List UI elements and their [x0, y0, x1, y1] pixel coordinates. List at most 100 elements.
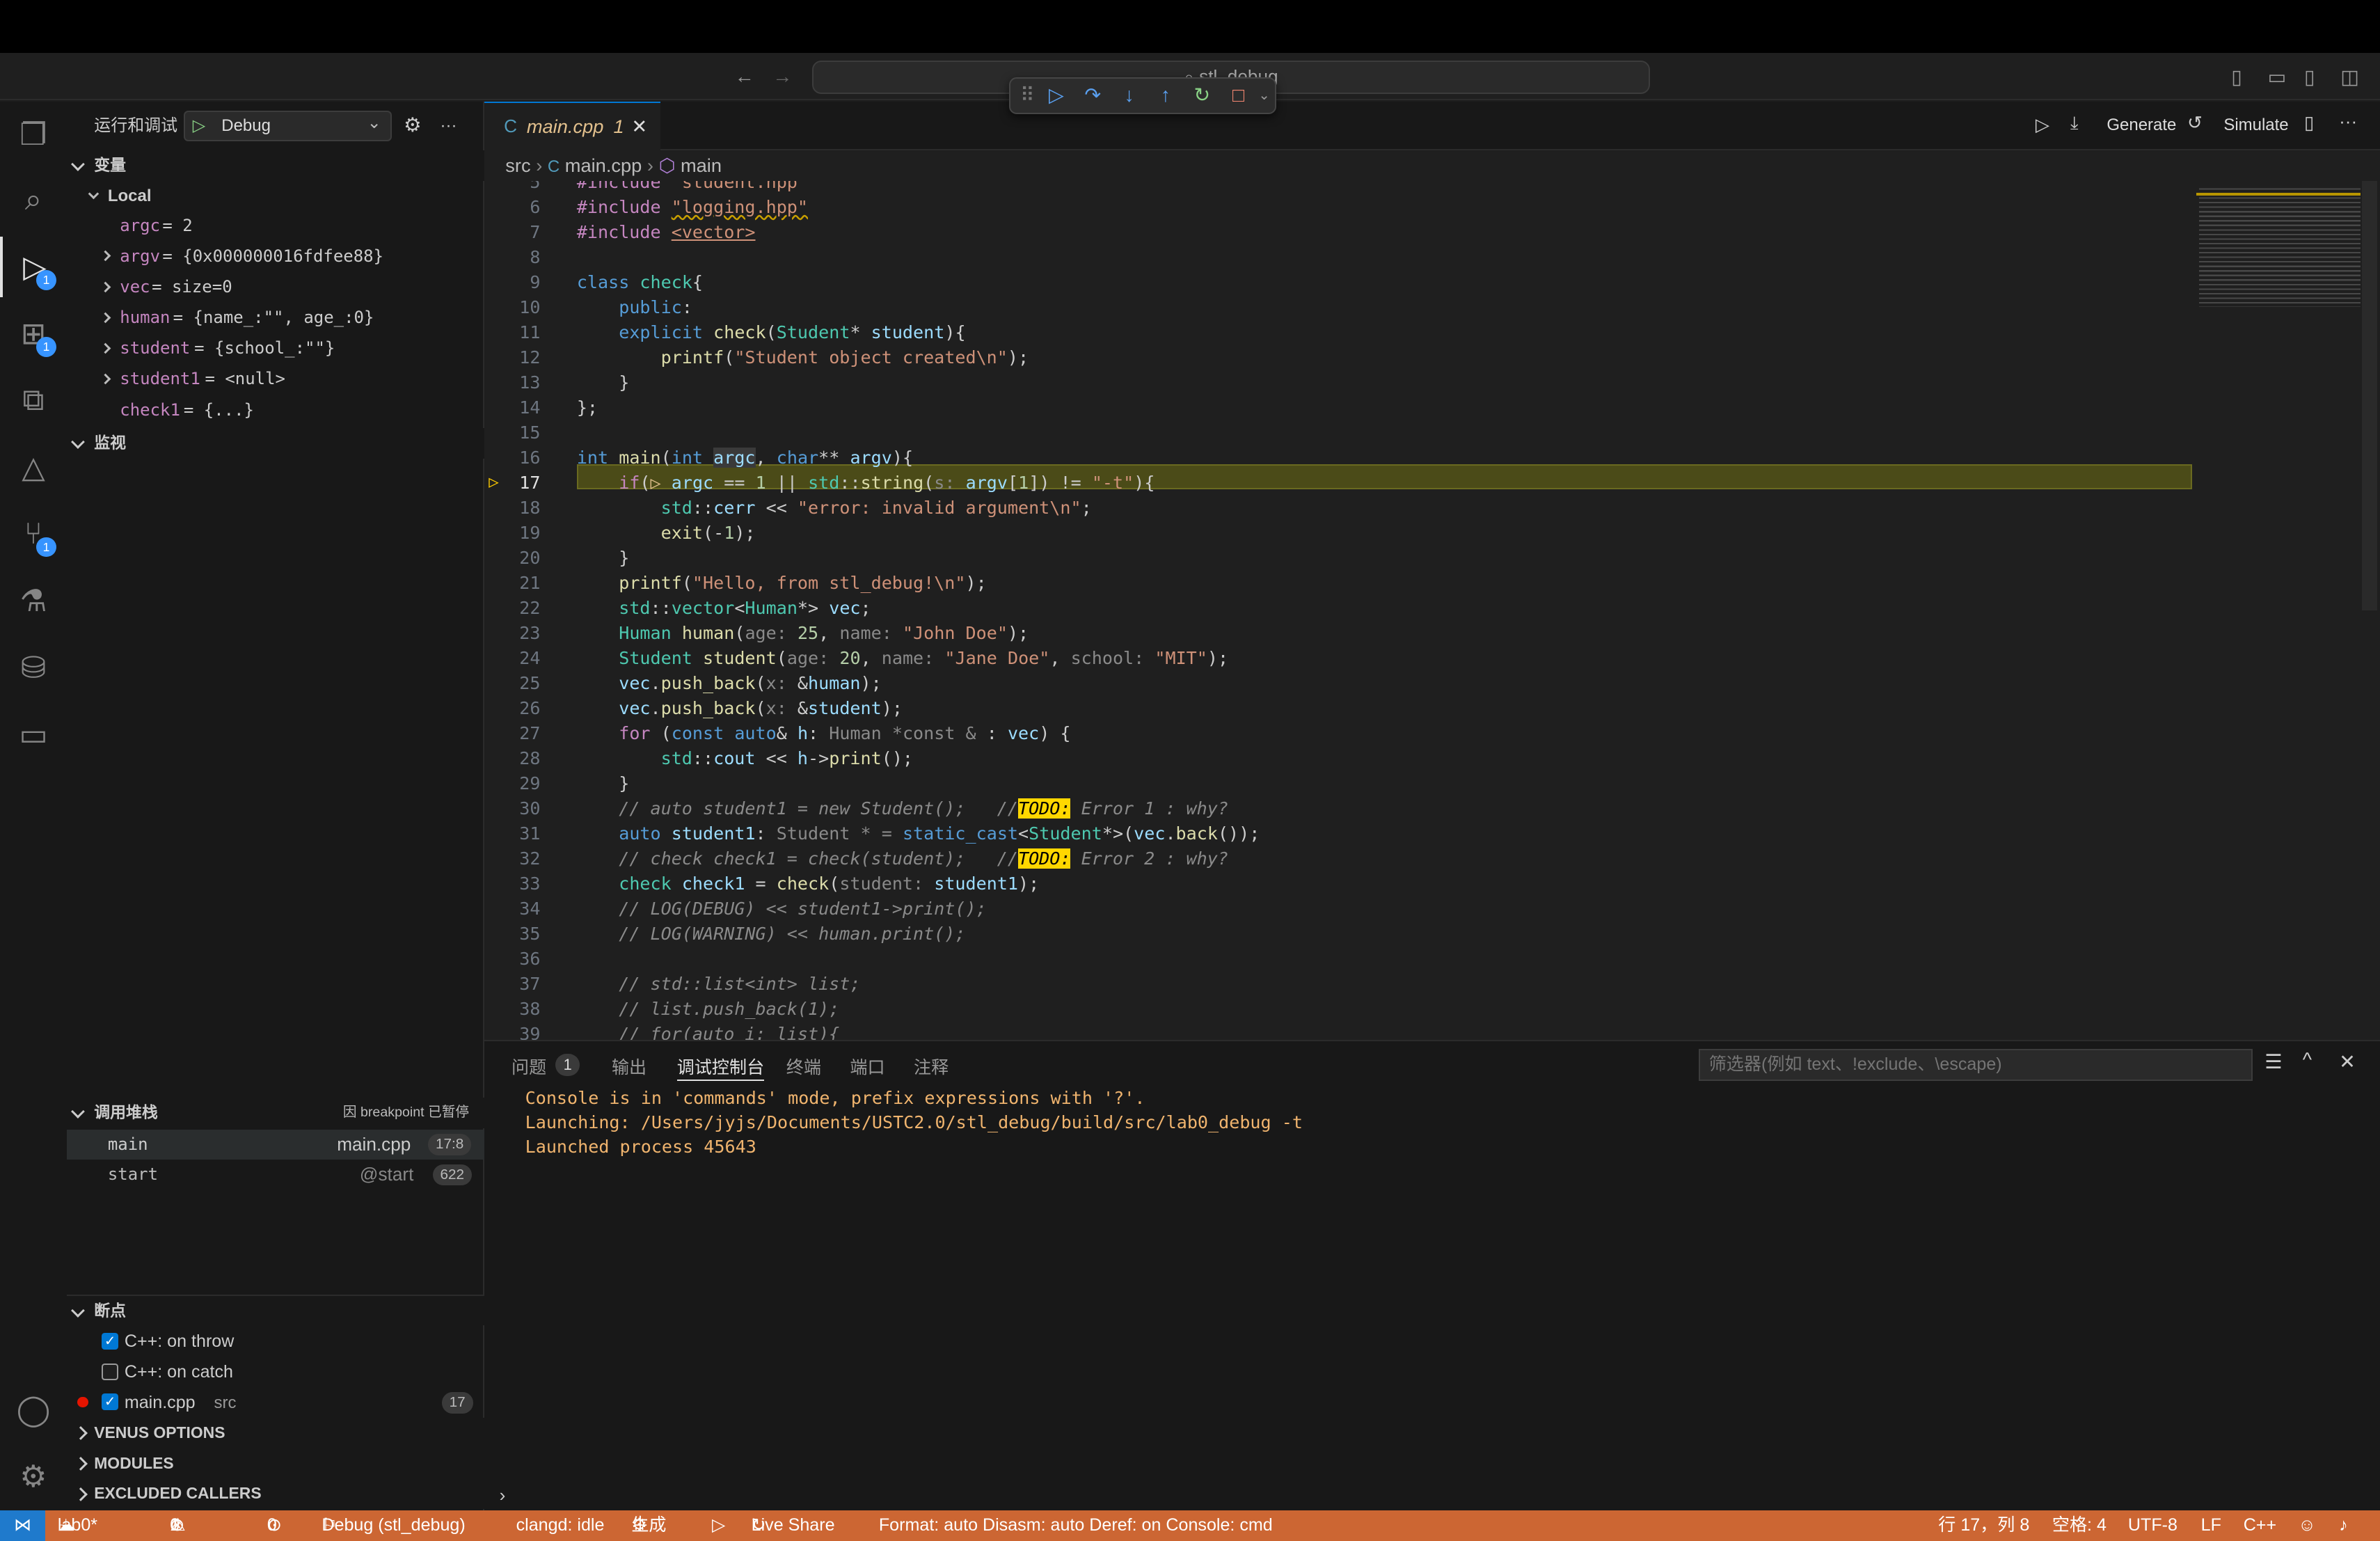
cursor-position[interactable]: 行 17，列 8: [1938, 1510, 2029, 1541]
testing-icon[interactable]: ⚗: [0, 571, 67, 631]
bell-icon[interactable]: ♪: [2339, 1510, 2348, 1541]
checkbox-checked-icon[interactable]: ✓: [102, 1393, 119, 1411]
code-line[interactable]: };: [577, 395, 598, 420]
chevron-down-icon[interactable]: ⌄: [1257, 87, 1272, 104]
line-number[interactable]: 36: [484, 947, 540, 972]
breakpoints-section-header[interactable]: 断点: [66, 1295, 484, 1326]
checkbox-unchecked-icon[interactable]: [102, 1363, 119, 1380]
search-icon[interactable]: ⌕: [0, 170, 67, 230]
gear-icon[interactable]: ⚙: [404, 109, 421, 143]
grip-icon[interactable]: ⠿: [1017, 84, 1038, 107]
line-number[interactable]: 6: [484, 195, 540, 220]
variable-argc[interactable]: argc = 2: [67, 211, 484, 242]
line-number[interactable]: 25: [484, 671, 540, 696]
variable-student[interactable]: student = {school_:""}: [67, 333, 484, 364]
restart-icon[interactable]: ↻: [1184, 84, 1220, 107]
tab-main-cpp[interactable]: C main.cpp 1 ✕: [484, 102, 660, 150]
tab-ports[interactable]: 端口: [850, 1054, 884, 1081]
simulate-button[interactable]: Simulate: [2223, 116, 2288, 135]
callstack-frame-main[interactable]: main main.cpp 17:8: [66, 1129, 484, 1160]
line-number[interactable]: 22: [484, 596, 540, 621]
line-number[interactable]: 28: [484, 746, 540, 771]
callstack-frame-start[interactable]: start @start 622: [67, 1160, 484, 1190]
line-number[interactable]: 13: [484, 370, 540, 395]
line-number[interactable]: 33: [484, 871, 540, 896]
code-view[interactable]: 5 #include "student.hpp" 6 #include "loggin…: [484, 180, 2380, 1040]
account-icon[interactable]: ◯: [0, 1380, 67, 1441]
code-line[interactable]: #include "logging.hpp": [577, 195, 808, 220]
variable-human[interactable]: human = {name_:"", age_:0}: [67, 303, 484, 333]
stop-icon[interactable]: □: [1220, 84, 1256, 107]
line-number[interactable]: 32: [484, 846, 540, 871]
excluded-callers-section[interactable]: EXCLUDED CALLERS: [66, 1478, 484, 1509]
customize-layout-icon[interactable]: ◫: [2340, 65, 2359, 89]
code-line[interactable]: int main(int argc, char** argv){: [577, 445, 913, 471]
code-line[interactable]: // std::list<int> list;: [577, 972, 860, 997]
line-number[interactable]: 10: [484, 295, 540, 320]
line-number[interactable]: 8: [484, 245, 540, 270]
step-into-icon[interactable]: ↓: [1111, 84, 1147, 107]
toggle-sidebar-icon[interactable]: ▯: [2231, 65, 2242, 89]
close-icon[interactable]: ✕: [631, 103, 647, 150]
code-line[interactable]: printf("Student object created\n");: [577, 345, 1029, 370]
code-line[interactable]: // auto student1 = new Student(); //TODO…: [577, 796, 1228, 821]
code-line[interactable]: auto student1: Student * = static_cast<S…: [577, 821, 1260, 846]
line-number[interactable]: 19: [484, 521, 540, 546]
tab-terminal[interactable]: 终端: [786, 1054, 821, 1081]
line-number[interactable]: 14: [484, 395, 540, 420]
line-number[interactable]: 5: [484, 181, 540, 196]
console-input[interactable]: [518, 1482, 2370, 1509]
run-icon[interactable]: ▷: [2036, 114, 2049, 136]
code-line[interactable]: class check{: [577, 270, 703, 295]
continue-icon[interactable]: ▷: [1038, 84, 1074, 107]
code-line[interactable]: explicit check(Student* student){: [577, 320, 965, 345]
line-number[interactable]: 16: [484, 445, 540, 471]
maximize-panel-icon[interactable]: ^: [2303, 1049, 2312, 1072]
tab-output[interactable]: 输出: [612, 1054, 646, 1081]
clangd-status[interactable]: clangd: idle: [516, 1510, 605, 1541]
code-line[interactable]: exit(-1);: [577, 521, 756, 546]
scrollbar-thumb[interactable]: [2361, 180, 2377, 610]
settings-gear-icon[interactable]: ⚙: [0, 1447, 67, 1508]
line-number[interactable]: 7: [484, 220, 540, 245]
checkbox-checked-icon[interactable]: ✓: [102, 1333, 119, 1350]
venus-options-section[interactable]: VENUS OPTIONS: [66, 1418, 484, 1448]
more-actions-icon[interactable]: ···: [441, 109, 457, 143]
breadcrumb-file[interactable]: main.cpp: [565, 155, 642, 176]
step-out-icon[interactable]: ↑: [1148, 84, 1184, 107]
code-line[interactable]: // LOG(DEBUG) << student1->print();: [577, 896, 986, 922]
line-number[interactable]: 21: [484, 571, 540, 596]
line-number[interactable]: 35: [484, 922, 540, 947]
history-icon[interactable]: ↺: [2187, 112, 2203, 134]
toggle-secondary-sidebar-icon[interactable]: ▯: [2304, 65, 2315, 89]
watch-section-header[interactable]: 监视: [66, 428, 484, 459]
code-line[interactable]: }: [577, 370, 629, 395]
debugger-settings[interactable]: Format: auto Disasm: auto Deref: on Cons…: [879, 1510, 1273, 1541]
tab-comments[interactable]: 注释: [914, 1054, 949, 1081]
variable-vec[interactable]: vec = size=0: [67, 272, 484, 303]
forward-arrow-icon[interactable]: →: [772, 65, 792, 88]
code-line[interactable]: // LOG(WARNING) << human.print();: [577, 922, 965, 947]
line-number[interactable]: 34: [484, 896, 540, 922]
more-actions-icon[interactable]: ···: [2339, 111, 2357, 132]
debug-config-select[interactable]: ▷ Debug ⌄: [183, 111, 392, 141]
generate-button[interactable]: Generate: [2107, 116, 2176, 135]
variable-student1[interactable]: student1 = <null>: [67, 364, 484, 395]
code-line[interactable]: Student student(age: 20, name: "Jane Doe…: [577, 646, 1228, 671]
start-debug-icon[interactable]: ▷: [193, 112, 205, 139]
line-number[interactable]: 29: [484, 771, 540, 796]
close-panel-icon[interactable]: ✕: [2339, 1050, 2356, 1074]
copilot-icon[interactable]: ☺: [2298, 1510, 2316, 1541]
console-filter-input[interactable]: [1698, 1048, 2253, 1081]
code-line[interactable]: vec.push_back(x: &student);: [577, 696, 903, 721]
back-arrow-icon[interactable]: ←: [735, 65, 754, 88]
line-number[interactable]: 26: [484, 696, 540, 721]
live-share-chat-icon[interactable]: ▭: [0, 704, 67, 765]
breakpoint-on-throw[interactable]: ✓ C++: on throw: [67, 1327, 484, 1357]
language-mode[interactable]: C++: [2244, 1510, 2276, 1541]
breadcrumb-src[interactable]: src: [505, 155, 530, 176]
code-line[interactable]: #include "student.hpp": [577, 181, 808, 196]
encoding[interactable]: UTF-8: [2128, 1510, 2177, 1541]
line-number[interactable]: 37: [484, 972, 540, 997]
code-line[interactable]: for (const auto& h: Human *const & : vec…: [577, 721, 1070, 746]
